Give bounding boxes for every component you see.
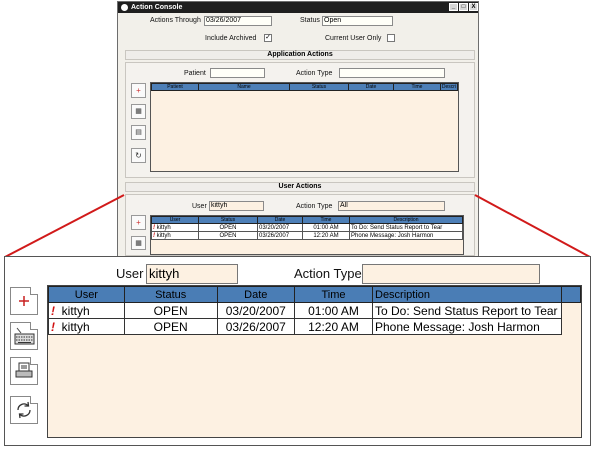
- time-cell: 01:00 AM: [293, 302, 374, 319]
- table-row[interactable]: ! kittyh OPEN 03/20/2007 01:00 AM To Do:…: [48, 302, 581, 319]
- user-actions-grid[interactable]: User Status Date Time Description ! kitt…: [47, 285, 582, 438]
- user-value: kittyh: [61, 303, 90, 318]
- time-cell: 12:20 AM: [293, 318, 374, 335]
- print-button[interactable]: [10, 357, 38, 385]
- spacer-cell: [561, 318, 581, 335]
- status-cell: OPEN: [123, 318, 218, 335]
- description-cell: To Do: Send Status Report to Tear: [372, 302, 562, 319]
- add-icon: [19, 296, 29, 306]
- grid-header-row: User Status Date Time Description: [48, 286, 581, 303]
- user-cell: ! kittyh: [48, 302, 125, 319]
- action-type-label: Action Type: [294, 266, 362, 281]
- user-value: kittyh: [61, 319, 90, 334]
- callout-line-left: [4, 194, 125, 258]
- user-cell: ! kittyh: [48, 318, 125, 335]
- user-label: User: [116, 266, 144, 281]
- col-user[interactable]: User: [48, 286, 125, 303]
- date-cell: 03/20/2007: [216, 302, 295, 319]
- col-status[interactable]: Status: [123, 286, 218, 303]
- keyboard-icon: [14, 327, 35, 345]
- description-cell: Phone Message: Josh Harmon: [372, 318, 562, 335]
- callout-line-right: [474, 194, 591, 258]
- status-cell: OPEN: [123, 302, 218, 319]
- keyboard-button[interactable]: [10, 322, 38, 350]
- col-description[interactable]: Description: [372, 286, 562, 303]
- refresh-icon: [17, 401, 31, 419]
- col-date[interactable]: Date: [216, 286, 295, 303]
- user-field[interactable]: kittyh: [146, 264, 238, 284]
- spacer-cell: [561, 302, 581, 319]
- priority-flag-icon: !: [51, 319, 55, 334]
- date-cell: 03/26/2007: [216, 318, 295, 335]
- col-spacer: [560, 286, 581, 303]
- table-row[interactable]: ! kittyh OPEN 03/26/2007 12:20 AM Phone …: [48, 318, 581, 335]
- col-time[interactable]: Time: [293, 286, 374, 303]
- priority-flag-icon: !: [51, 303, 55, 318]
- print-icon: [15, 362, 33, 378]
- refresh-button[interactable]: [10, 396, 38, 424]
- action-type-field[interactable]: [362, 264, 540, 284]
- add-button[interactable]: [10, 287, 38, 315]
